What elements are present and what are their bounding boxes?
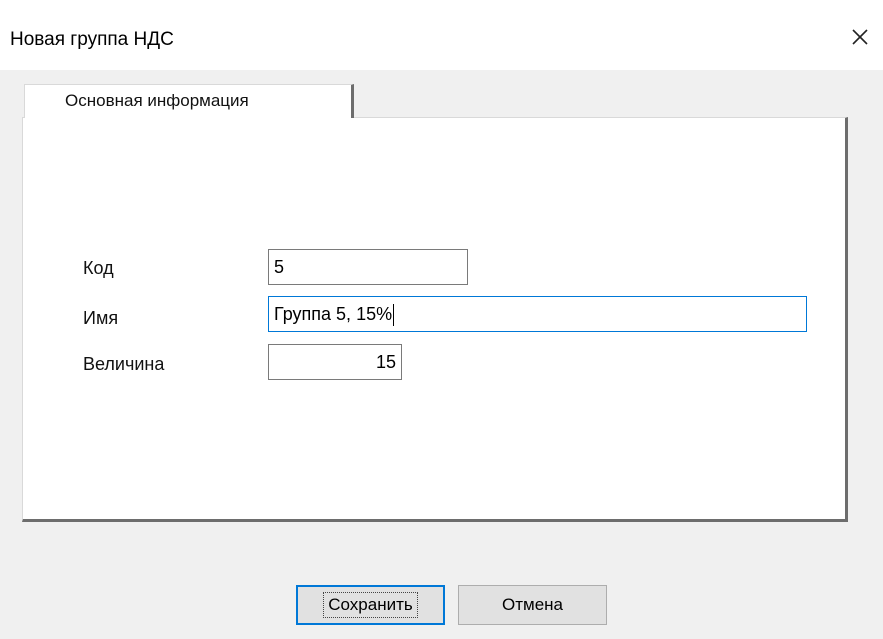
dialog-window: Новая группа НДС Основная информация Код…: [0, 0, 883, 639]
dialog-title: Новая группа НДС: [10, 29, 174, 50]
code-value: 5: [274, 257, 285, 277]
amount-label: Величина: [83, 354, 165, 374]
name-field[interactable]: Группа 5, 15%: [268, 296, 807, 332]
amount-field[interactable]: 15: [268, 344, 402, 380]
tab-panel: Код 5 Имя Группа 5, 15% Величина 15: [22, 117, 848, 522]
tab-main-info-label: Основная информация: [65, 91, 249, 110]
code-label: Код: [83, 258, 114, 278]
save-button[interactable]: Сохранить: [296, 585, 445, 625]
name-label: Имя: [83, 308, 119, 328]
cancel-button-label: Отмена: [502, 595, 563, 614]
close-button[interactable]: [837, 20, 883, 54]
text-caret: [393, 304, 395, 327]
code-field[interactable]: 5: [268, 249, 468, 285]
tab-main-info[interactable]: Основная информация: [24, 84, 354, 118]
close-icon: [852, 29, 868, 45]
save-button-label: Сохранить: [323, 592, 418, 618]
amount-value: 15: [375, 352, 396, 372]
name-value: Группа 5, 15%: [274, 304, 393, 324]
title-bar: Новая группа НДС: [0, 0, 883, 70]
cancel-button[interactable]: Отмена: [458, 585, 607, 625]
